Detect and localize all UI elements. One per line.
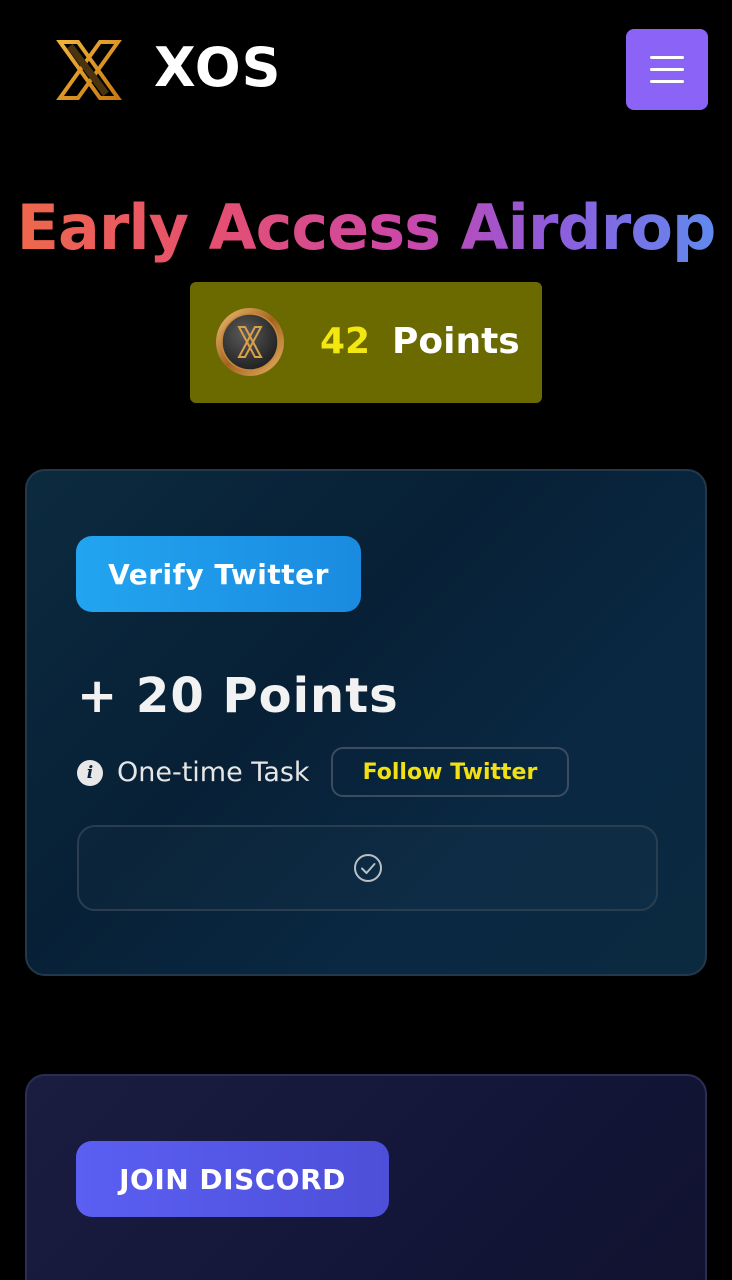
page-title: Early Access Airdrop bbox=[0, 188, 732, 268]
verify-twitter-button[interactable]: Verify Twitter bbox=[76, 536, 361, 612]
task-status-bar[interactable] bbox=[77, 825, 658, 911]
xos-logo-icon[interactable] bbox=[56, 38, 122, 102]
points-label: Points bbox=[392, 321, 520, 362]
points-value: 42 bbox=[320, 321, 371, 362]
task-info-row: i One-time Task Follow Twitter bbox=[77, 747, 637, 799]
info-icon: i bbox=[77, 760, 103, 786]
task-type: One-time Task bbox=[117, 757, 310, 788]
points-badge: 42 Points bbox=[190, 282, 542, 403]
menu-button[interactable] bbox=[626, 29, 708, 110]
hamburger-icon bbox=[650, 56, 684, 59]
coin-icon bbox=[216, 308, 284, 376]
task-card-discord: JOIN DISCORD bbox=[25, 1074, 707, 1280]
header: XOS bbox=[0, 0, 732, 130]
hamburger-icon-line bbox=[650, 80, 684, 83]
page: XOS Early Access Airdrop 42 Points Verif… bbox=[0, 0, 732, 1280]
task-card-twitter: Verify Twitter + 20 Points i One-time Ta… bbox=[25, 469, 707, 976]
brand-name[interactable]: XOS bbox=[154, 36, 282, 100]
hamburger-icon-line bbox=[650, 68, 684, 71]
join-discord-button[interactable]: JOIN DISCORD bbox=[76, 1141, 389, 1217]
follow-twitter-button[interactable]: Follow Twitter bbox=[331, 747, 569, 797]
check-circle-icon bbox=[353, 854, 382, 882]
task-reward: + 20 Points bbox=[77, 668, 399, 724]
